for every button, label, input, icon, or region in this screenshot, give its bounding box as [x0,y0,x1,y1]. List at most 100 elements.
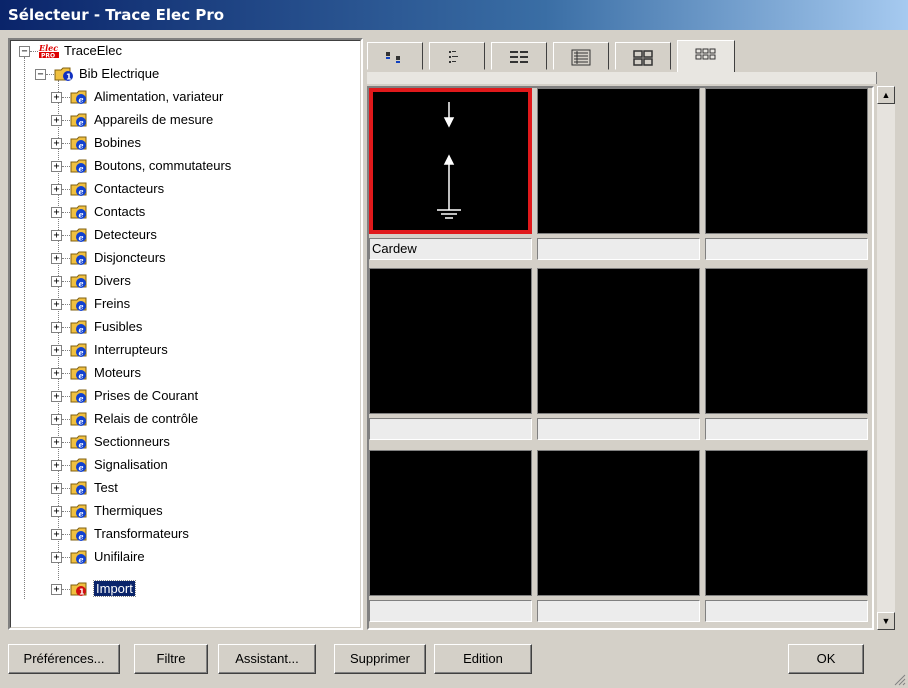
tree-category-label[interactable]: Unifilaire [94,546,145,568]
category-folder-icon: e [70,320,87,335]
tree-category-label[interactable]: Freins [94,293,130,315]
tab-small-thumbnails[interactable] [677,40,735,72]
tree-category-label[interactable]: Prises de Courant [94,385,198,407]
tree-category-label[interactable]: Moteurs [94,362,141,384]
thumbnail-cell[interactable] [537,450,700,596]
thumbnail-cell[interactable] [369,88,532,234]
tree-category-label[interactable]: Contacteurs [94,178,164,200]
import-expand-toggle[interactable]: + [51,584,62,595]
selected-node-label[interactable]: Import [93,580,136,597]
svg-text:e: e [79,348,84,358]
thumbnail-cell[interactable] [705,88,868,234]
tree-category-label[interactable]: Thermiques [94,500,163,522]
tree-category-label[interactable]: Contacts [94,201,145,223]
category-expand-toggle[interactable]: + [51,253,62,264]
tree-connector [62,212,70,213]
library-tree[interactable]: − Elec PRO TraceElec − 1 Bib Electrique … [8,38,363,630]
edit-button[interactable]: Edition [434,644,532,674]
tree-category-label[interactable]: Appareils de mesure [94,109,213,131]
tab-list[interactable] [429,42,485,70]
category-expand-toggle[interactable]: + [51,299,62,310]
thumbnail-label[interactable] [705,238,868,260]
category-expand-toggle[interactable]: + [51,483,62,494]
scroll-down-button[interactable]: ▼ [877,612,895,630]
thumbnail-cell[interactable] [537,88,700,234]
assistant-button[interactable]: Assistant... [218,644,316,674]
thumbnail-label[interactable] [537,418,700,440]
tree-category-label[interactable]: Detecteurs [94,224,157,246]
tree-category-label[interactable]: Fusibles [94,316,142,338]
tree-category-label[interactable]: Boutons, commutateurs [94,155,231,177]
thumbnail-label[interactable] [369,600,532,622]
resize-grip-icon[interactable] [892,672,906,686]
preferences-button[interactable]: Préférences... [8,644,120,674]
tree-category-label[interactable]: Alimentation, variateur [94,86,223,108]
view-mode-tabs [367,40,867,72]
thumbnail-cell[interactable] [705,450,868,596]
category-expand-toggle[interactable]: + [51,92,62,103]
category-expand-toggle[interactable]: + [51,506,62,517]
tree-category-label[interactable]: Sectionneurs [94,431,170,453]
tab-small-icons[interactable] [367,42,423,70]
thumbnail-label[interactable] [705,600,868,622]
thumbnail-label[interactable] [369,418,532,440]
category-expand-toggle[interactable]: + [51,115,62,126]
library-folder-icon: 1 [54,67,73,82]
tree-category-label[interactable]: Disjoncteurs [94,247,166,269]
thumbnail-cell[interactable] [705,268,868,414]
tab-details-list[interactable] [491,42,547,70]
tree-category-label[interactable]: Signalisation [94,454,168,476]
import-folder-icon: 1 [70,582,87,597]
category-expand-toggle[interactable]: + [51,414,62,425]
tree-library-label[interactable]: Bib Electrique [79,63,159,85]
filter-button[interactable]: Filtre [134,644,208,674]
tree-category-label[interactable]: Divers [94,270,131,292]
thumbnail-cell[interactable] [369,450,532,596]
category-expand-toggle[interactable]: + [51,391,62,402]
svg-text:e: e [79,141,84,151]
thumbnail-cell[interactable] [369,268,532,414]
category-expand-toggle[interactable]: + [51,322,62,333]
thumbnail-label[interactable]: Cardew [369,238,532,260]
category-expand-toggle[interactable]: + [51,368,62,379]
category-expand-toggle[interactable]: + [51,460,62,471]
tree-category-label[interactable]: Relais de contrôle [94,408,198,430]
window-title: Sélecteur - Trace Elec Pro [8,6,225,24]
category-expand-toggle[interactable]: + [51,529,62,540]
svg-text:Elec: Elec [38,43,58,53]
category-expand-toggle[interactable]: + [51,161,62,172]
thumbnail-grid[interactable]: Cardew [367,86,874,630]
ok-button[interactable]: OK [788,644,864,674]
category-expand-toggle[interactable]: + [51,230,62,241]
thumbnail-label[interactable] [705,418,868,440]
thumbnail-label[interactable] [537,238,700,260]
category-expand-toggle[interactable]: + [51,276,62,287]
category-expand-toggle[interactable]: + [51,437,62,448]
svg-text:e: e [79,486,84,496]
tree-import-label[interactable]: Import [93,578,136,600]
thumbnail-cell[interactable] [537,268,700,414]
category-expand-toggle[interactable]: + [51,184,62,195]
category-expand-toggle[interactable]: + [51,345,62,356]
category-folder-icon: e [70,205,87,220]
ground-symbol-icon [437,102,461,219]
category-expand-toggle[interactable]: + [51,138,62,149]
category-expand-toggle[interactable]: + [51,552,62,563]
tree-category-label[interactable]: Test [94,477,118,499]
category-expand-toggle[interactable]: + [51,207,62,218]
root-collapse-toggle[interactable]: − [19,46,30,57]
thumbnail-label[interactable] [537,600,700,622]
scroll-up-button[interactable]: ▲ [877,86,895,104]
tree-connector [62,442,70,443]
tree-category-label[interactable]: Bobines [94,132,141,154]
tree-root-label[interactable]: TraceElec [64,40,122,62]
library-collapse-toggle[interactable]: − [35,69,46,80]
tree-content: − Elec PRO TraceElec − 1 Bib Electrique … [10,40,361,628]
tree-category-label[interactable]: Transformateurs [94,523,189,545]
grid-scrollbar[interactable]: ▲ ▼ [877,86,895,630]
tab-details[interactable] [553,42,609,70]
tab-large-thumbnails[interactable] [615,42,671,70]
tree-category-label[interactable]: Interrupteurs [94,339,168,361]
tree-connector [62,488,70,489]
delete-button[interactable]: Supprimer [334,644,426,674]
